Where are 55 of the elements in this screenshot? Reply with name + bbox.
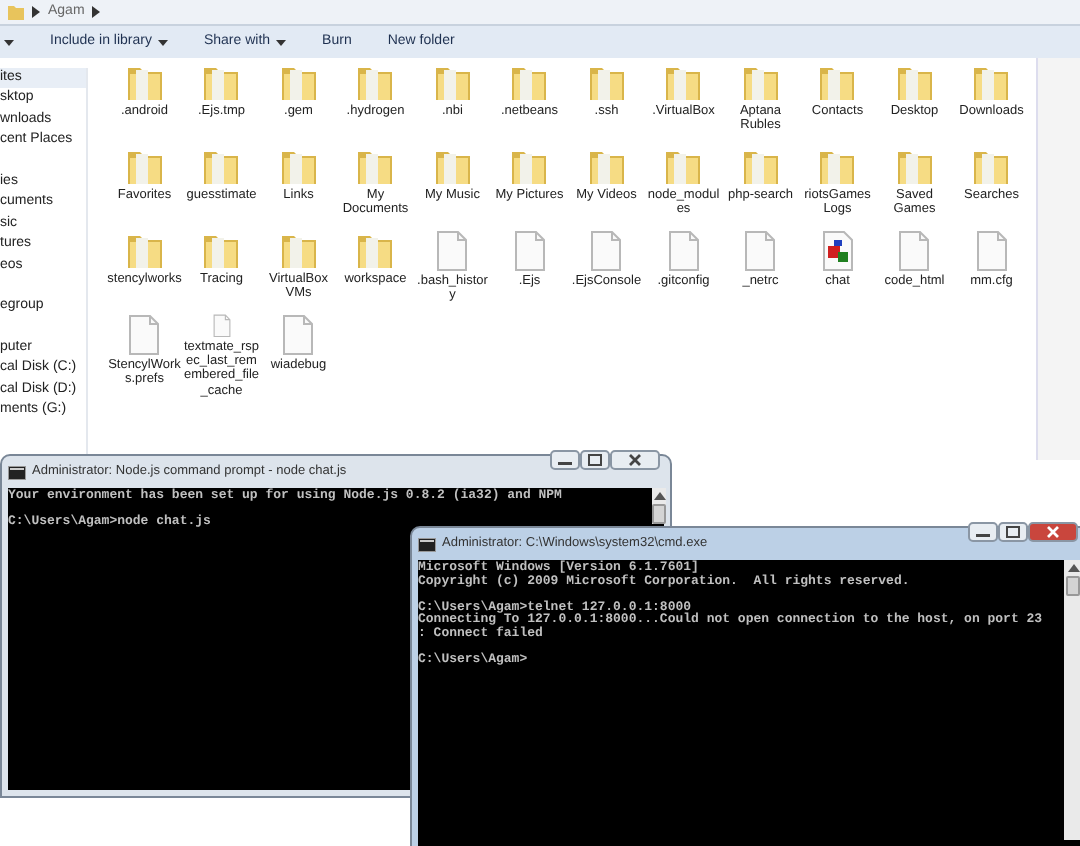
folder-icon bbox=[356, 146, 395, 186]
folder-icon bbox=[510, 146, 549, 186]
folder-icon bbox=[279, 146, 318, 186]
folder-icon bbox=[202, 62, 241, 102]
folder-icon bbox=[972, 62, 1011, 102]
folder-icon bbox=[741, 62, 780, 102]
document-icon bbox=[126, 314, 163, 356]
document-icon bbox=[973, 230, 1010, 272]
document-icon bbox=[588, 230, 625, 272]
folder-icon bbox=[510, 62, 549, 102]
scrollbar-thumb[interactable] bbox=[1066, 576, 1080, 596]
folder-icon bbox=[818, 62, 857, 102]
scrollbar[interactable] bbox=[1064, 560, 1080, 840]
folder-icon bbox=[664, 62, 703, 102]
folder-icon bbox=[356, 230, 395, 270]
folder-icon bbox=[125, 146, 164, 186]
scrollbar-thumb[interactable] bbox=[652, 504, 666, 524]
folder-icon bbox=[279, 230, 318, 270]
caret-icon[interactable] bbox=[4, 39, 14, 45]
folder-icon bbox=[587, 146, 626, 186]
scroll-up-icon bbox=[1067, 564, 1079, 572]
folder-icon bbox=[895, 62, 934, 102]
document-icon bbox=[280, 314, 317, 356]
caret-icon bbox=[157, 39, 168, 45]
folder-icon bbox=[741, 146, 780, 186]
folder-icon bbox=[972, 146, 1011, 186]
folder-icon bbox=[279, 62, 318, 102]
scroll-up-icon bbox=[653, 492, 665, 500]
folder-icon bbox=[818, 146, 857, 186]
console-icon bbox=[8, 465, 26, 479]
folder-icon bbox=[125, 230, 164, 270]
console-icon bbox=[418, 537, 436, 551]
folder-icon bbox=[8, 4, 24, 20]
folder-icon bbox=[202, 230, 241, 270]
document-icon bbox=[665, 230, 702, 272]
maximize-icon bbox=[998, 522, 1028, 542]
document-icon bbox=[742, 230, 779, 272]
folder-icon bbox=[125, 62, 164, 102]
minimize-icon bbox=[968, 522, 998, 542]
folder-icon bbox=[587, 62, 626, 102]
folder-icon bbox=[202, 146, 241, 186]
folder-icon bbox=[356, 62, 395, 102]
chevron-icon[interactable] bbox=[32, 6, 40, 18]
document-icon bbox=[511, 230, 548, 272]
folder-icon bbox=[664, 146, 703, 186]
application-icon bbox=[819, 230, 856, 272]
folder-icon bbox=[895, 146, 934, 186]
document-icon bbox=[434, 230, 471, 272]
scrollbar[interactable] bbox=[652, 488, 666, 524]
folder-icon bbox=[433, 62, 472, 102]
chevron-icon[interactable] bbox=[92, 6, 101, 18]
close-icon bbox=[1028, 522, 1078, 542]
folder-icon bbox=[433, 146, 472, 186]
document-icon bbox=[896, 230, 933, 272]
caret-icon bbox=[276, 39, 287, 45]
